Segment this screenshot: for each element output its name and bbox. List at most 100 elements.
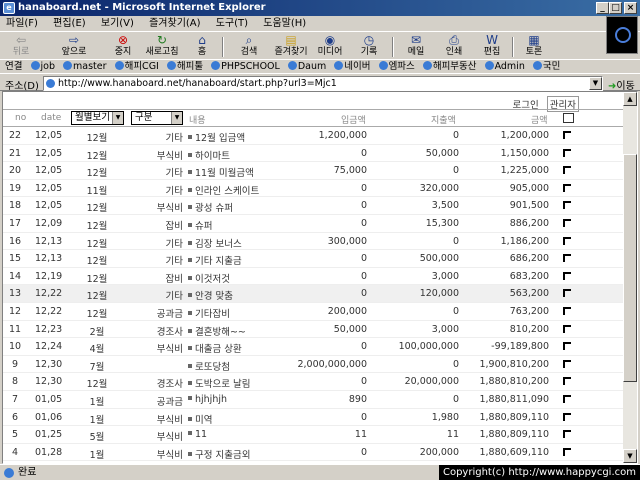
row-income: 0 xyxy=(360,411,367,423)
row-content-link[interactable]: 하이마트 xyxy=(188,148,230,162)
row-checkbox[interactable] xyxy=(563,183,571,192)
row-checkbox[interactable] xyxy=(563,271,571,280)
refresh-button[interactable]: ↻ 새로고침 xyxy=(142,34,182,59)
vertical-scrollbar[interactable]: ▲ ▼ xyxy=(623,92,637,463)
close-button[interactable]: × xyxy=(624,2,637,14)
page-icon xyxy=(211,61,221,70)
select-all-checkbox[interactable] xyxy=(563,113,574,123)
back-button[interactable]: ⇦ 뒤로 xyxy=(4,34,38,59)
row-content-link[interactable]: 결혼방해~~ xyxy=(188,324,246,338)
row-content-link[interactable]: 기타 지출금 xyxy=(188,253,242,267)
row-content-link[interactable]: 김장 보너스 xyxy=(188,236,242,250)
row-income: 0 xyxy=(360,253,367,265)
row-checkbox[interactable] xyxy=(563,254,571,263)
row-content-link[interactable]: 11월 미월금액 xyxy=(188,165,254,179)
row-checkbox[interactable] xyxy=(563,289,571,298)
row-income: 300,000 xyxy=(327,235,367,247)
row-checkbox[interactable] xyxy=(563,394,571,403)
favorites-button[interactable]: ▤ 즐겨찾기 xyxy=(270,34,312,59)
row-content-link[interactable]: 슈퍼 xyxy=(188,218,212,232)
menu-edit[interactable]: 편집(E) xyxy=(47,16,92,31)
menu-favorites[interactable]: 즐겨찾기(A) xyxy=(143,16,206,31)
table-row: 10 12,24 4월 부식비 0 100,000,000 -99,189,800 대출금 상… xyxy=(3,338,623,356)
go-button[interactable]: ➜이동 xyxy=(608,77,635,92)
link-job[interactable]: job xyxy=(30,60,55,73)
row-expense: 3,000 xyxy=(431,270,459,282)
row-content-link[interactable]: hjhjhjh xyxy=(188,394,227,405)
row-content-link[interactable]: 11 xyxy=(188,429,207,440)
row-checkbox[interactable] xyxy=(563,148,571,157)
bullet-icon xyxy=(188,451,192,456)
minimize-button[interactable]: _ xyxy=(596,2,609,14)
link-happytool[interactable]: 해피툴 xyxy=(166,60,203,73)
scroll-down-button[interactable]: ▼ xyxy=(623,449,637,463)
link-kookmin[interactable]: 국민 xyxy=(532,60,560,73)
row-checkbox[interactable] xyxy=(563,447,571,456)
row-category: 경조사 xyxy=(156,326,183,338)
address-url: http://www.hanaboard.net/hanaboard/start… xyxy=(58,78,337,89)
forward-button[interactable]: ⇨ 앞으로 xyxy=(54,34,94,59)
row-content-link[interactable]: 대출금 상환 xyxy=(188,341,242,355)
maximize-button[interactable]: □ xyxy=(609,2,622,14)
row-checkbox[interactable] xyxy=(563,324,571,333)
link-phpschool[interactable]: PHPSCHOOL xyxy=(211,60,280,73)
month-select[interactable]: 월별보기 ▼ xyxy=(71,111,124,125)
row-checkbox[interactable] xyxy=(563,201,571,210)
row-content-link[interactable]: 광성 슈퍼 xyxy=(188,200,233,214)
row-content-link[interactable]: 이것저것 xyxy=(188,271,230,285)
print-button[interactable]: ⎙ 인쇄 xyxy=(440,34,468,59)
link-admin[interactable]: Admin xyxy=(484,60,525,73)
link-naver[interactable]: 네이버 xyxy=(334,60,371,73)
bullet-icon xyxy=(188,381,192,386)
row-checkbox[interactable] xyxy=(563,342,571,351)
row-content-link[interactable]: 로또당첨 xyxy=(188,359,230,373)
forward-arrow-icon: ⇨ xyxy=(68,33,80,47)
discuss-button[interactable]: ▦ 토론 xyxy=(520,34,548,59)
scroll-thumb[interactable] xyxy=(623,154,637,382)
row-checkbox[interactable] xyxy=(563,359,571,368)
row-checkbox[interactable] xyxy=(563,430,571,439)
discuss-label: 토론 xyxy=(525,47,543,57)
row-checkbox[interactable] xyxy=(563,166,571,175)
link-label: job xyxy=(40,61,55,72)
home-button[interactable]: ⌂ 홈 xyxy=(190,34,214,59)
search-button[interactable]: ⌕ 검색 xyxy=(234,34,264,59)
row-checkbox[interactable] xyxy=(563,236,571,245)
row-checkbox[interactable] xyxy=(563,306,571,315)
mail-button[interactable]: ✉ 메일 xyxy=(402,34,430,59)
menu-tools[interactable]: 도구(T) xyxy=(210,16,254,31)
row-checkbox[interactable] xyxy=(563,377,571,386)
row-checkbox[interactable] xyxy=(563,131,571,139)
row-checkbox[interactable] xyxy=(563,218,571,227)
menu-view[interactable]: 보기(V) xyxy=(95,16,140,31)
media-button[interactable]: ◉ 미디어 xyxy=(314,34,346,59)
menu-file[interactable]: 파일(F) xyxy=(0,16,44,31)
page-content: 로그인 관리자 no date 월별보기 ▼ 구분 ▼ 내용 입금액 지출액 금… xyxy=(2,91,638,464)
category-select[interactable]: 구분 ▼ xyxy=(131,111,183,125)
link-empas[interactable]: 엠파스 xyxy=(378,60,415,73)
row-checkbox[interactable] xyxy=(563,412,571,421)
row-balance: 683,200 xyxy=(509,270,549,282)
row-content-link[interactable]: 12월 입금액 xyxy=(188,130,245,144)
scroll-up-button[interactable]: ▲ xyxy=(623,92,637,106)
address-dropdown-button[interactable]: ▼ xyxy=(589,77,602,90)
stop-icon: ⊗ xyxy=(117,33,129,47)
link-happy-realestate[interactable]: 해피부동산 xyxy=(422,60,477,73)
row-content-link[interactable]: 미역 xyxy=(188,412,212,426)
table-row: 19 12,05 11월 기타 0 320,000 905,000 인라인 스케이트 xyxy=(3,180,623,198)
row-content-link[interactable]: 도박으로 날림 xyxy=(188,376,250,390)
menu-help[interactable]: 도움말(H) xyxy=(257,16,312,31)
row-content-link[interactable]: 인라인 스케이트 xyxy=(188,183,259,197)
history-button[interactable]: ◷ 기록 xyxy=(354,34,384,59)
link-daum[interactable]: Daum xyxy=(287,60,326,73)
header-no: no xyxy=(15,113,27,123)
row-content-link[interactable]: 안경 맞춤 xyxy=(188,288,233,302)
link-happycgi[interactable]: 해피CGI xyxy=(114,60,159,73)
row-content-link[interactable]: 기타잡비 xyxy=(188,306,230,320)
row-content-link[interactable]: 구정 지출금외 xyxy=(188,447,250,461)
address-input[interactable]: http://www.hanaboard.net/hanaboard/start… xyxy=(43,76,603,91)
edit-button[interactable]: W 편집 xyxy=(478,34,506,59)
table-row: 17 12,09 12월 잡비 0 15,300 886,200 슈퍼 xyxy=(3,215,623,233)
link-master[interactable]: master xyxy=(63,60,107,73)
stop-button[interactable]: ⊗ 중지 xyxy=(108,34,138,59)
